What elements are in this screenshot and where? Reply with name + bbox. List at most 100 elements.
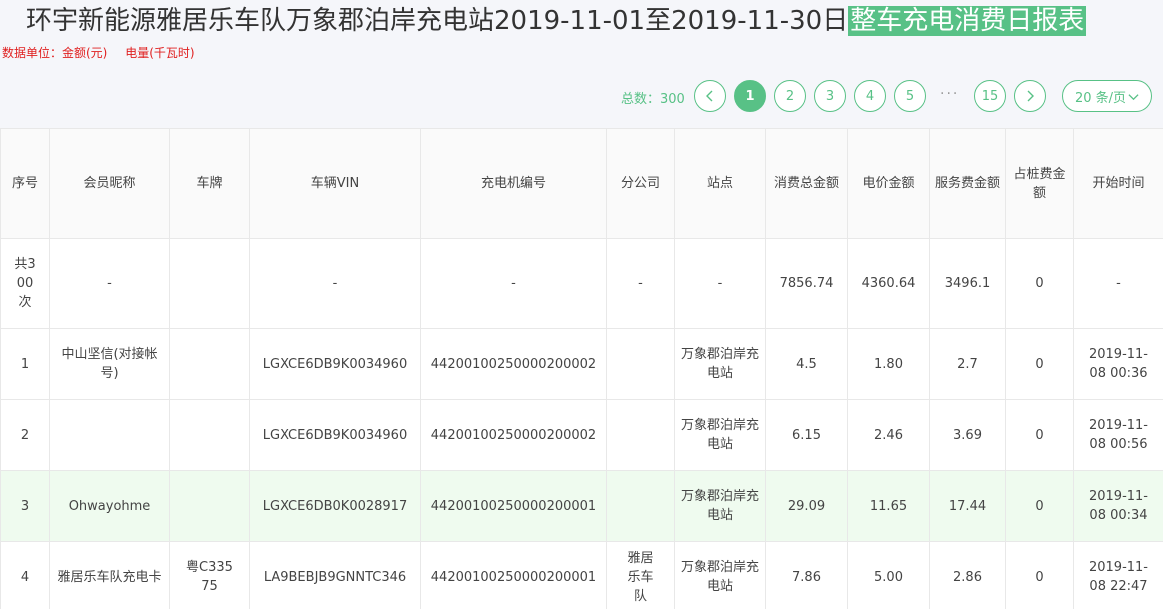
unit-note: 数据单位：金额(元) 电量(千瓦时) (2, 44, 195, 61)
cell-station: 万象郡泊岸充电站 (674, 399, 766, 471)
cell-station: 万象郡泊岸充电站 (674, 470, 766, 542)
cell-start-time: 2019-11-08 00:36 (1073, 328, 1163, 400)
header-nickname: 会员昵称 (49, 128, 170, 239)
cell-start-time: 2019-11-08 22:47 (1073, 541, 1163, 609)
cell-branch (606, 470, 675, 542)
report-table: 序号 会员昵称 车牌 车辆VIN 充电机编号 分公司 站点 消费总金额 电价金额… (0, 128, 1163, 609)
cell-total-amount: 6.15 (765, 399, 848, 471)
summary-branch: - (606, 238, 675, 329)
cell-plate (169, 399, 250, 471)
page-button-last[interactable]: 15 (974, 80, 1006, 112)
cell-charger: 44200100250000200001 (420, 470, 607, 542)
cell-charger: 44200100250000200002 (420, 328, 607, 400)
cell-branch (606, 328, 675, 400)
cell-electric-amount: 11.65 (847, 470, 930, 542)
cell-electric-amount: 5.00 (847, 541, 930, 609)
cell-seq: 3 (0, 470, 50, 542)
cell-plate: 粤C33575 (169, 541, 250, 609)
page-size-select[interactable]: 20 条/页 (1062, 80, 1152, 112)
summary-row: 共300次 - - - - - 7856.74 4360.64 3496.1 0… (0, 238, 1163, 329)
table-row[interactable]: 1 中山坚信(对接帐号) LGXCE6DB9K0034960 442001002… (0, 328, 1163, 400)
chevron-right-icon (1027, 90, 1034, 102)
page-title: 环宇新能源雅居乐车队万象郡泊岸充电站2019-11-01至2019-11-30日… (26, 4, 1087, 38)
summary-station: - (674, 238, 766, 329)
cell-branch: 雅居乐车队 (606, 541, 675, 609)
cell-station: 万象郡泊岸充电站 (674, 541, 766, 609)
cell-charger: 44200100250000200001 (420, 541, 607, 609)
chevron-left-icon (706, 90, 713, 102)
table-row[interactable]: 4 雅居乐车队充电卡 粤C33575 LA9BEBJB9GNNTC346 442… (0, 541, 1163, 609)
summary-total-amount: 7856.74 (765, 238, 848, 329)
cell-nickname (49, 399, 170, 471)
cell-service-amount: 2.7 (929, 328, 1006, 400)
cell-total-amount: 7.86 (765, 541, 848, 609)
cell-total-amount: 29.09 (765, 470, 848, 542)
page-size-label: 20 条/页 (1074, 90, 1127, 106)
chevron-down-icon (1128, 93, 1139, 100)
table-row[interactable]: 3 Ohwayohme LGXCE6DB0K0028917 4420010025… (0, 470, 1163, 542)
cell-service-amount: 2.86 (929, 541, 1006, 609)
cell-start-time: 2019-11-08 00:34 (1073, 470, 1163, 542)
summary-charger: - (420, 238, 607, 329)
cell-occupy-amount: 0 (1005, 328, 1074, 400)
summary-service-amount: 3496.1 (929, 238, 1006, 329)
header-charger: 充电机编号 (420, 128, 607, 239)
header-seq: 序号 (0, 128, 50, 239)
next-page-button[interactable] (1014, 80, 1046, 112)
cell-plate (169, 328, 250, 400)
cell-electric-amount: 2.46 (847, 399, 930, 471)
header-start-time: 开始时间 (1073, 128, 1163, 239)
unit-amount: 数据单位：金额(元) (2, 46, 108, 60)
cell-occupy-amount: 0 (1005, 541, 1074, 609)
cell-branch (606, 399, 675, 471)
cell-nickname: 雅居乐车队充电卡 (49, 541, 170, 609)
page-button-1[interactable]: 1 (734, 80, 766, 112)
summary-vin: - (249, 238, 421, 329)
cell-total-amount: 4.5 (765, 328, 848, 400)
header-station: 站点 (674, 128, 766, 239)
summary-electric-amount: 4360.64 (847, 238, 930, 329)
page-button-5[interactable]: 5 (894, 80, 926, 112)
summary-occupy-amount: 0 (1005, 238, 1074, 329)
header-branch: 分公司 (606, 128, 675, 239)
cell-start-time: 2019-11-08 00:56 (1073, 399, 1163, 471)
summary-nickname: - (49, 238, 170, 329)
cell-service-amount: 3.69 (929, 399, 1006, 471)
summary-start-time: - (1073, 238, 1163, 329)
page-ellipsis[interactable]: ··· (940, 86, 959, 102)
page-button-3[interactable]: 3 (814, 80, 846, 112)
summary-plate (169, 238, 250, 329)
cell-seq: 1 (0, 328, 50, 400)
page-button-2[interactable]: 2 (774, 80, 806, 112)
header-vin: 车辆VIN (249, 128, 421, 239)
prev-page-button[interactable] (694, 80, 726, 112)
table-row[interactable]: 2 LGXCE6DB9K0034960 44200100250000200002… (0, 399, 1163, 471)
cell-plate (169, 470, 250, 542)
cell-service-amount: 17.44 (929, 470, 1006, 542)
cell-electric-amount: 1.80 (847, 328, 930, 400)
cell-nickname: Ohwayohme (49, 470, 170, 542)
cell-seq: 2 (0, 399, 50, 471)
cell-vin: LA9BEBJB9GNNTC346 (249, 541, 421, 609)
cell-vin: LGXCE6DB9K0034960 (249, 399, 421, 471)
header-electric-amount: 电价金额 (847, 128, 930, 239)
header-plate: 车牌 (169, 128, 250, 239)
unit-energy: 电量(千瓦时) (125, 46, 195, 60)
header-service-amount: 服务费金额 (929, 128, 1006, 239)
cell-seq: 4 (0, 541, 50, 609)
total-count: 总数：300 (621, 92, 685, 107)
cell-nickname: 中山坚信(对接帐号) (49, 328, 170, 400)
cell-vin: LGXCE6DB0K0028917 (249, 470, 421, 542)
title-main: 环宇新能源雅居乐车队万象郡泊岸充电站2019-11-01至2019-11-30日 (26, 6, 849, 36)
page-button-4[interactable]: 4 (854, 80, 886, 112)
cell-occupy-amount: 0 (1005, 470, 1074, 542)
summary-seq: 共300次 (0, 238, 50, 329)
pagination: 总数：300 1 2 3 4 5 ··· 15 20 条/页 (0, 80, 1163, 112)
cell-vin: LGXCE6DB9K0034960 (249, 328, 421, 400)
header-occupy-amount: 占桩费金额 (1005, 128, 1074, 239)
table-header-row: 序号 会员昵称 车牌 车辆VIN 充电机编号 分公司 站点 消费总金额 电价金额… (0, 128, 1163, 239)
header-total-amount: 消费总金额 (765, 128, 848, 239)
cell-station: 万象郡泊岸充电站 (674, 328, 766, 400)
cell-charger: 44200100250000200002 (420, 399, 607, 471)
cell-occupy-amount: 0 (1005, 399, 1074, 471)
